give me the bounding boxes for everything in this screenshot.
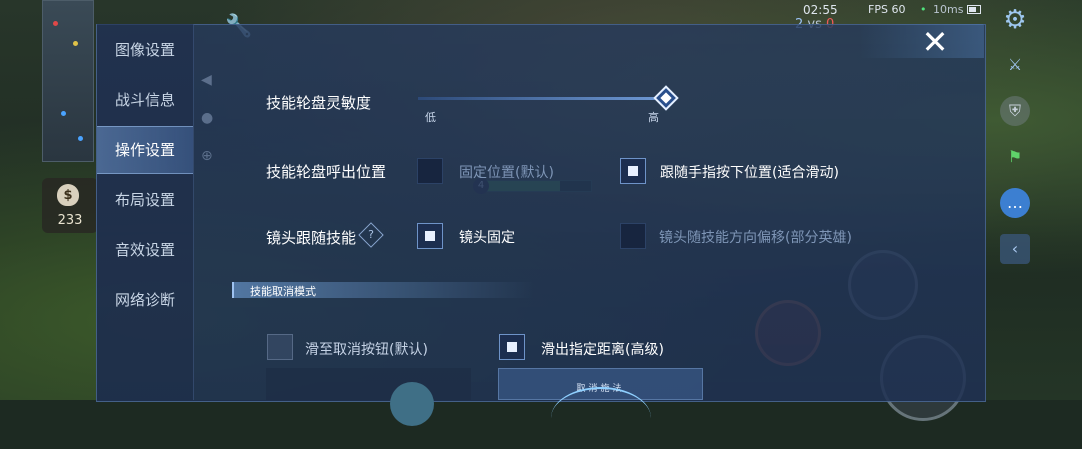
shield-icon[interactable]: ⛨	[1000, 96, 1030, 126]
mic-icon: ●	[201, 110, 214, 126]
help-symbol: ?	[368, 228, 374, 241]
plus-icon: ⊕	[201, 148, 213, 164]
camera-follow-label: 镜头跟随技能	[266, 229, 357, 247]
cancel-distance-preview: 取消施法	[498, 368, 703, 400]
close-icon[interactable]: ✕	[917, 26, 953, 58]
section-header-cancel-mode: 技能取消模式	[232, 282, 534, 298]
match-time: 02:55	[803, 3, 838, 17]
faded-hud-strip: ◀ ● ⊕	[193, 24, 223, 400]
slide-to-cancel-checkbox[interactable]	[267, 334, 293, 360]
chat-icon[interactable]: …	[1000, 188, 1030, 218]
cancel-button-preview-graphic	[390, 382, 434, 426]
minimap-ally-marker	[78, 136, 83, 141]
tab-network[interactable]: 网络诊断	[97, 277, 193, 323]
right-quick-actions: ⚔ ⛨ ⚑ … ‹	[1000, 50, 1034, 280]
slide-to-cancel-option[interactable]: 滑至取消按钮(默认)	[305, 339, 428, 359]
slide-distance-option[interactable]: 滑出指定距离(高级)	[541, 339, 664, 359]
camera-offset-option[interactable]: 镜头随技能方向偏移(部分英雄)	[659, 227, 852, 247]
slider-high-label: 高	[648, 111, 659, 124]
slider-low-label: 低	[425, 111, 436, 124]
minimap-objective-marker	[73, 41, 78, 46]
follow-finger-option[interactable]: 跟随手指按下位置(适合滑动)	[660, 162, 839, 182]
settings-sidebar: 图像设置 战斗信息 操作设置 布局设置 音效设置 网络诊断	[97, 24, 194, 400]
latency-readout: 10ms	[933, 3, 964, 16]
flag-icon[interactable]: ⚑	[1000, 142, 1030, 172]
camera-fixed-option[interactable]: 镜头固定	[459, 227, 515, 247]
cancel-button-preview	[266, 368, 471, 426]
wheel-sensitivity-label: 技能轮盘灵敏度	[266, 94, 372, 112]
slide-distance-checkbox[interactable]	[499, 334, 525, 360]
fps-readout: FPS 60	[868, 3, 906, 16]
gold-amount: 233	[57, 213, 83, 228]
fixed-position-option[interactable]: 固定位置(默认)	[459, 162, 554, 182]
section-title: 技能取消模式	[250, 285, 316, 298]
gear-icon[interactable]: ⚙	[1000, 5, 1030, 35]
minimap-ally-marker	[61, 111, 66, 116]
gold-counter[interactable]: $ 233	[42, 178, 98, 233]
camera-offset-checkbox[interactable]	[620, 223, 646, 249]
wheel-position-label: 技能轮盘呼出位置	[266, 163, 387, 181]
sword-icon[interactable]: ⚔	[1000, 50, 1030, 80]
tab-controls[interactable]: 操作设置	[97, 126, 193, 174]
wheel-sensitivity-slider[interactable]	[418, 97, 666, 100]
battery-icon	[967, 5, 981, 14]
minimap[interactable]	[42, 0, 94, 162]
tab-graphics[interactable]: 图像设置	[97, 27, 193, 73]
follow-finger-checkbox[interactable]	[620, 158, 646, 184]
collapse-arrow-icon[interactable]: ‹	[1000, 234, 1030, 264]
fixed-position-checkbox[interactable]	[417, 158, 443, 184]
tab-audio[interactable]: 音效设置	[97, 227, 193, 273]
speaker-icon: ◀	[201, 72, 212, 88]
wifi-icon: •	[920, 3, 927, 16]
minimap-enemy-marker	[53, 21, 58, 26]
cancel-arc-graphic	[551, 387, 651, 449]
tab-layout[interactable]: 布局设置	[97, 177, 193, 223]
gold-bag-icon: $	[57, 184, 79, 206]
tab-battle-info[interactable]: 战斗信息	[97, 77, 193, 123]
camera-fixed-checkbox[interactable]	[417, 223, 443, 249]
